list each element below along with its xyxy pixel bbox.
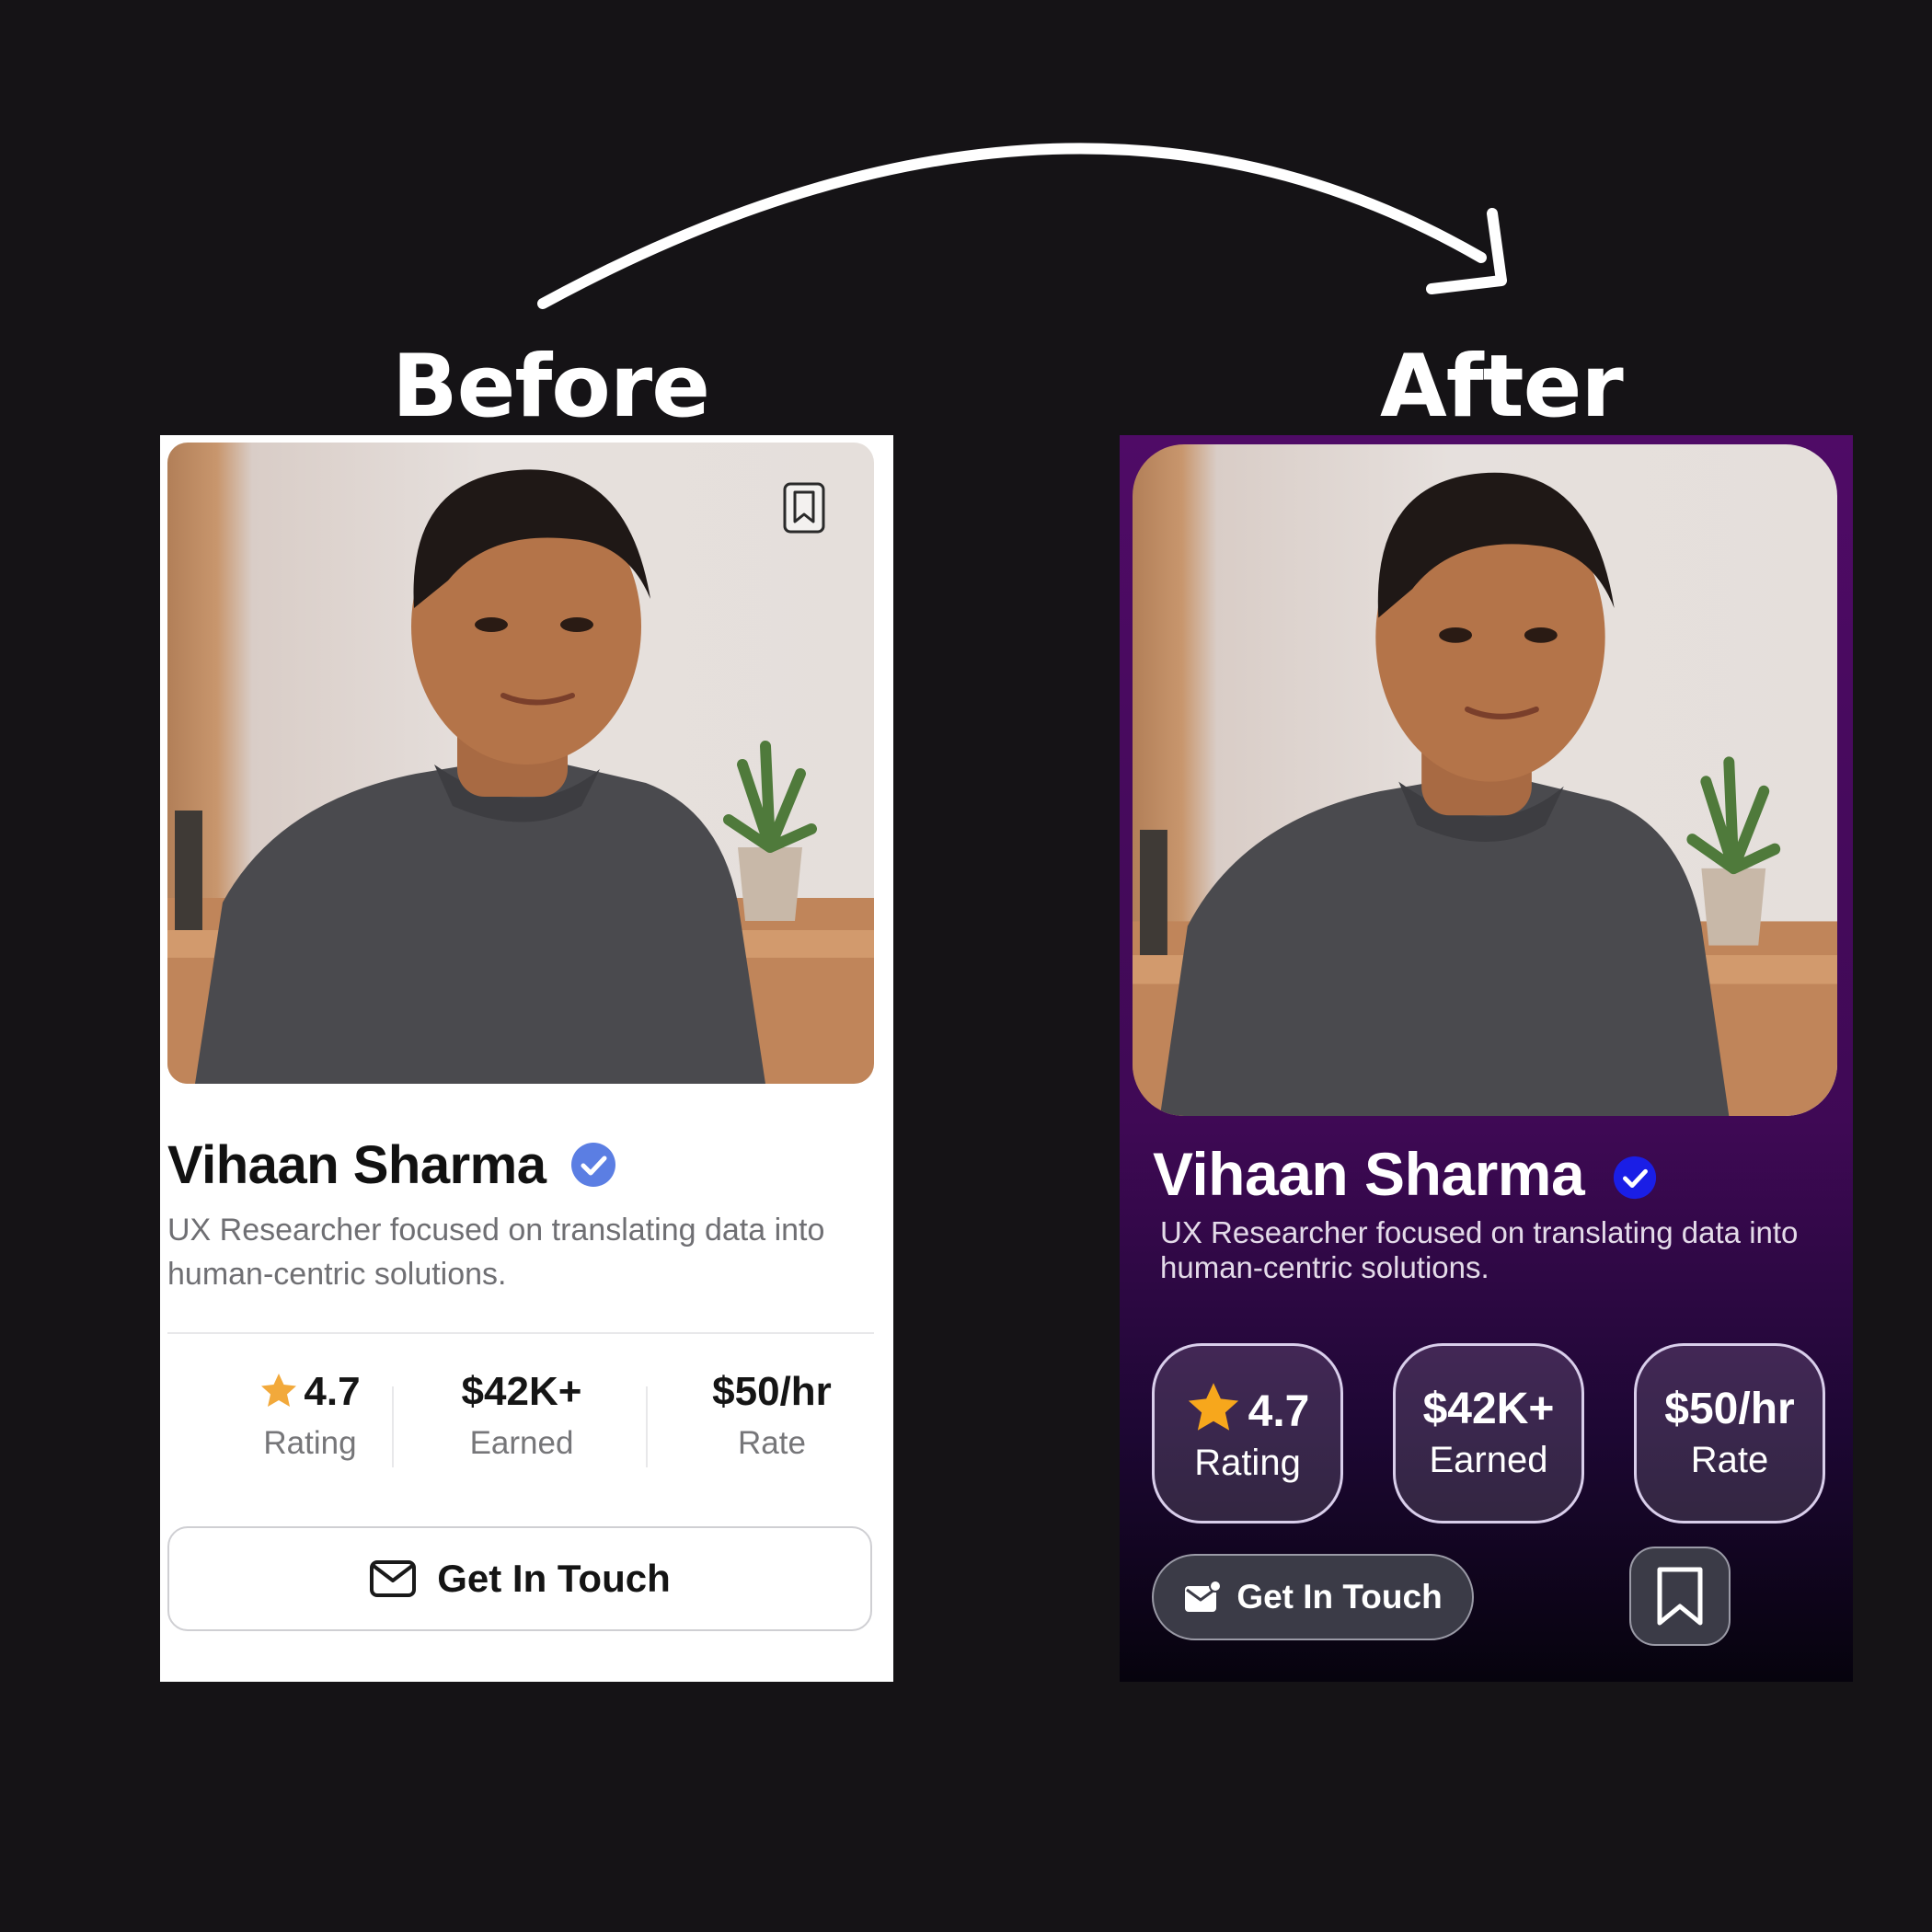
profile-name: Vihaan Sharma bbox=[167, 1134, 617, 1196]
rate-value: $50/hr bbox=[712, 1369, 832, 1414]
star-icon bbox=[261, 1374, 297, 1407]
stat-rate: $50/hr Rate bbox=[1634, 1343, 1825, 1524]
profile-bio: UX Researcher focused on translating dat… bbox=[167, 1213, 825, 1292]
portrait-illustration bbox=[167, 469, 874, 1084]
verified-badge-icon bbox=[1613, 1156, 1657, 1200]
mail-icon bbox=[370, 1560, 417, 1597]
stat-earned: $42K+ Earned bbox=[407, 1366, 637, 1469]
rating-value: 4.7 bbox=[1248, 1387, 1310, 1436]
earned-label: Earned bbox=[469, 1425, 574, 1461]
stat-earned: $42K+ Earned bbox=[1393, 1343, 1584, 1524]
stat-rate: $50/hr Rate bbox=[657, 1366, 887, 1469]
stat-separator bbox=[392, 1386, 394, 1467]
verified-badge-icon bbox=[571, 1143, 616, 1187]
stat-rating: 4.7 Rating bbox=[1152, 1343, 1343, 1524]
divider bbox=[167, 1332, 874, 1334]
get-in-touch-button[interactable]: Get In Touch bbox=[167, 1526, 872, 1631]
get-in-touch-label: Get In Touch bbox=[437, 1557, 671, 1600]
stat-separator bbox=[646, 1386, 648, 1467]
bookmark-button[interactable] bbox=[1629, 1547, 1731, 1646]
portrait-illustration bbox=[1133, 472, 1837, 1116]
after-profile-card: Vihaan Sharma UX Researcher focused on t… bbox=[1120, 435, 1853, 1682]
get-in-touch-label: Get In Touch bbox=[1236, 1578, 1443, 1616]
before-profile-card: Vihaan Sharma UX Researcher focused on t… bbox=[160, 435, 893, 1682]
rate-value: $50/hr bbox=[1664, 1385, 1795, 1433]
profile-name-text: Vihaan Sharma bbox=[1153, 1140, 1585, 1208]
before-heading: Before bbox=[392, 337, 710, 437]
rating-value: 4.7 bbox=[304, 1369, 361, 1414]
get-in-touch-button[interactable]: Get In Touch bbox=[1152, 1554, 1474, 1640]
profile-photo bbox=[1133, 444, 1837, 1116]
star-icon bbox=[1188, 1383, 1238, 1431]
profile-name: Vihaan Sharma bbox=[1153, 1139, 1658, 1209]
after-heading: After bbox=[1380, 337, 1624, 437]
profile-photo bbox=[167, 443, 874, 1084]
rating-label: Rating bbox=[263, 1425, 357, 1461]
stat-rating: 4.7 Rating bbox=[195, 1366, 425, 1469]
mail-notification-icon bbox=[1185, 1581, 1223, 1612]
rate-label: Rate bbox=[738, 1425, 806, 1461]
bookmark-icon[interactable] bbox=[782, 481, 826, 535]
earned-value: $42K+ bbox=[461, 1369, 582, 1414]
bookmark-icon bbox=[1657, 1567, 1703, 1626]
profile-bio: UX Researcher focused on translating dat… bbox=[1160, 1215, 1799, 1284]
earned-label: Earned bbox=[1429, 1440, 1548, 1480]
rating-label: Rating bbox=[1194, 1443, 1301, 1483]
rate-label: Rate bbox=[1690, 1440, 1769, 1480]
earned-value: $42K+ bbox=[1422, 1385, 1555, 1433]
profile-name-text: Vihaan Sharma bbox=[167, 1135, 546, 1195]
